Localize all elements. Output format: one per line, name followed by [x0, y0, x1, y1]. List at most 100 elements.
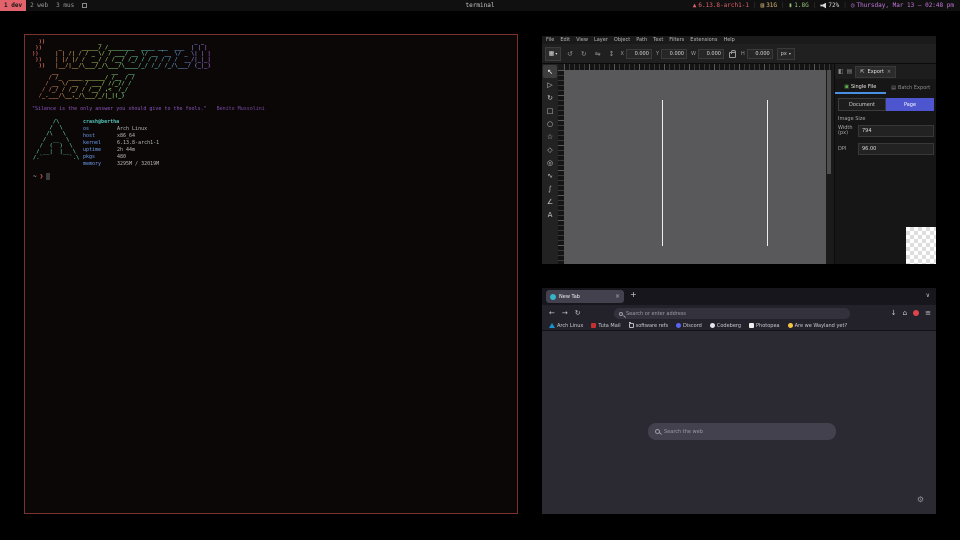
close-icon[interactable]: ×: [887, 69, 891, 75]
rotate-ccw-icon[interactable]: ↺: [565, 50, 575, 58]
quote-author: Benito Mussolini: [217, 106, 265, 112]
workspace-item-extra[interactable]: [78, 0, 91, 11]
pencil-tool-icon[interactable]: ∿: [543, 169, 557, 182]
focused-window-title: terminal: [466, 2, 495, 9]
bookmark-item[interactable]: Are we Wayland yet?: [788, 323, 847, 329]
h-field[interactable]: H0.000: [741, 49, 773, 59]
spiral-tool-icon[interactable]: ◎: [543, 156, 557, 169]
search-placeholder: Search the web: [664, 429, 703, 435]
tab-bar: New Tab × + ∨: [542, 288, 936, 305]
menu-icon[interactable]: ≡: [925, 309, 931, 317]
export-dialog-title: Export: [868, 69, 884, 75]
printer-icon[interactable]: ▤: [847, 68, 853, 75]
bookmark-item[interactable]: Codeberg: [710, 323, 741, 329]
menu-item[interactable]: Object: [614, 37, 630, 43]
list-tabs-chevron-icon[interactable]: ∨: [926, 292, 930, 299]
bookmark-item[interactable]: Photopea: [749, 323, 780, 329]
menu-item[interactable]: Help: [723, 37, 734, 43]
shell-prompt[interactable]: ~ ❯: [33, 173, 50, 180]
select-all-dropdown[interactable]: ▦▾: [545, 47, 561, 61]
menu-item[interactable]: Filters: [669, 37, 684, 43]
width-input[interactable]: 794: [858, 125, 934, 137]
bookmark-item[interactable]: Discord: [676, 323, 702, 329]
menu-item[interactable]: Edit: [560, 37, 570, 43]
export-dialog-tab[interactable]: ⇱ Export ×: [855, 66, 896, 78]
node-tool-icon[interactable]: ▷: [543, 78, 557, 91]
w-field[interactable]: W0.000: [691, 49, 724, 59]
tab-single-file[interactable]: ▣ Single File: [835, 81, 886, 94]
units-dropdown[interactable]: px▾: [777, 48, 795, 60]
status-segment: ▤31G: [761, 2, 777, 9]
bookmark-label: Arch Linux: [557, 323, 583, 329]
memory-icon: ▮: [789, 2, 793, 9]
back-icon[interactable]: ←: [549, 309, 555, 317]
rotate-tool-icon[interactable]: ↻: [543, 91, 557, 104]
arch-favicon: [549, 323, 555, 328]
batch-icon: ▤: [891, 85, 896, 91]
selector-tool-icon[interactable]: ↖: [543, 65, 557, 78]
home-icon[interactable]: ⌂: [903, 309, 907, 317]
personalize-gear-icon[interactable]: ⚙: [917, 495, 924, 504]
volume-icon: [820, 3, 826, 9]
gradient-tool-icon[interactable]: ∠: [543, 195, 557, 208]
url-bar[interactable]: Search or enter address: [614, 308, 850, 319]
text-cursor: [46, 173, 50, 180]
terminal-window[interactable]: )) _ _ _ )) _ _____/ /________ ____ ___ …: [24, 34, 518, 514]
active-tab[interactable]: New Tab ×: [546, 290, 624, 303]
bookmark-item[interactable]: software refs: [629, 323, 668, 329]
workspace-item[interactable]: 1 dev: [0, 0, 26, 11]
lock-ratio-icon[interactable]: [729, 52, 736, 58]
new-tab-page: Search the web ⚙: [542, 331, 936, 514]
forward-icon[interactable]: →: [562, 309, 568, 317]
workspace-item[interactable]: 3 mus: [52, 0, 78, 11]
text-tool-icon[interactable]: A: [543, 208, 557, 221]
toolbox: ↖▷↻□○☆◇◎∿∫∠A: [542, 64, 558, 264]
menu-item[interactable]: Text: [653, 37, 663, 43]
new-tab-button[interactable]: +: [630, 290, 637, 299]
prompt-path: ~: [33, 173, 37, 180]
tab-batch-export[interactable]: ▤ Batch Export: [886, 81, 937, 94]
y-field[interactable]: Y0.000: [656, 49, 687, 59]
scope-page-button[interactable]: Page: [886, 98, 934, 111]
disk-icon: ▤: [761, 2, 765, 9]
ellipse-tool-icon[interactable]: ○: [543, 117, 557, 130]
fill-stroke-icon[interactable]: ◧: [838, 68, 844, 75]
workspace-item[interactable]: 2 web: [26, 0, 52, 11]
tab-close-icon[interactable]: ×: [615, 293, 620, 300]
menu-item[interactable]: View: [576, 37, 588, 43]
dpi-input[interactable]: 96.00: [858, 143, 934, 155]
folder-favicon: [629, 323, 634, 328]
rotate-cw-icon[interactable]: ↻: [579, 50, 589, 58]
flip-vertical-icon[interactable]: ↕: [607, 50, 617, 58]
export-scope-buttons: Document Page: [838, 98, 934, 111]
fetch-row: uptime2h 44m: [83, 147, 159, 154]
menu-item[interactable]: Extensions: [690, 37, 717, 43]
menu-item[interactable]: Layer: [594, 37, 608, 43]
fetch-row: osArch Linux: [83, 126, 159, 133]
reload-icon[interactable]: ↻: [575, 309, 581, 317]
flip-horizontal-icon[interactable]: ⇋: [593, 50, 603, 58]
scrollbar-thumb[interactable]: [827, 70, 831, 174]
calligraphy-tool-icon[interactable]: ∫: [543, 182, 557, 195]
box3d-tool-icon[interactable]: ◇: [543, 143, 557, 156]
extension-icon[interactable]: [913, 310, 919, 316]
bookmark-label: software refs: [636, 323, 668, 329]
status-segment: ▲6.13.8-arch1-1: [693, 2, 749, 9]
bookmark-item[interactable]: Arch Linux: [549, 323, 583, 329]
canvas[interactable]: [564, 70, 826, 264]
star-tool-icon[interactable]: ☆: [543, 130, 557, 143]
width-row: Width (px) 794: [838, 124, 934, 138]
bookmark-item[interactable]: Tuta Mail: [591, 323, 620, 329]
wayland-favicon: [788, 323, 793, 328]
scope-document-button[interactable]: Document: [838, 98, 886, 111]
x-field[interactable]: X0.000: [621, 49, 652, 59]
codeberg-favicon: [710, 323, 715, 328]
bookmark-label: Tuta Mail: [598, 323, 620, 329]
rectangle-tool-icon[interactable]: □: [543, 104, 557, 117]
separator: |: [843, 2, 847, 9]
menu-item[interactable]: File: [546, 37, 554, 43]
menu-item[interactable]: Path: [636, 37, 647, 43]
downloads-icon[interactable]: ↓: [891, 309, 897, 317]
web-search-box[interactable]: Search the web: [648, 423, 836, 440]
canvas-scrollbar[interactable]: [826, 70, 832, 264]
